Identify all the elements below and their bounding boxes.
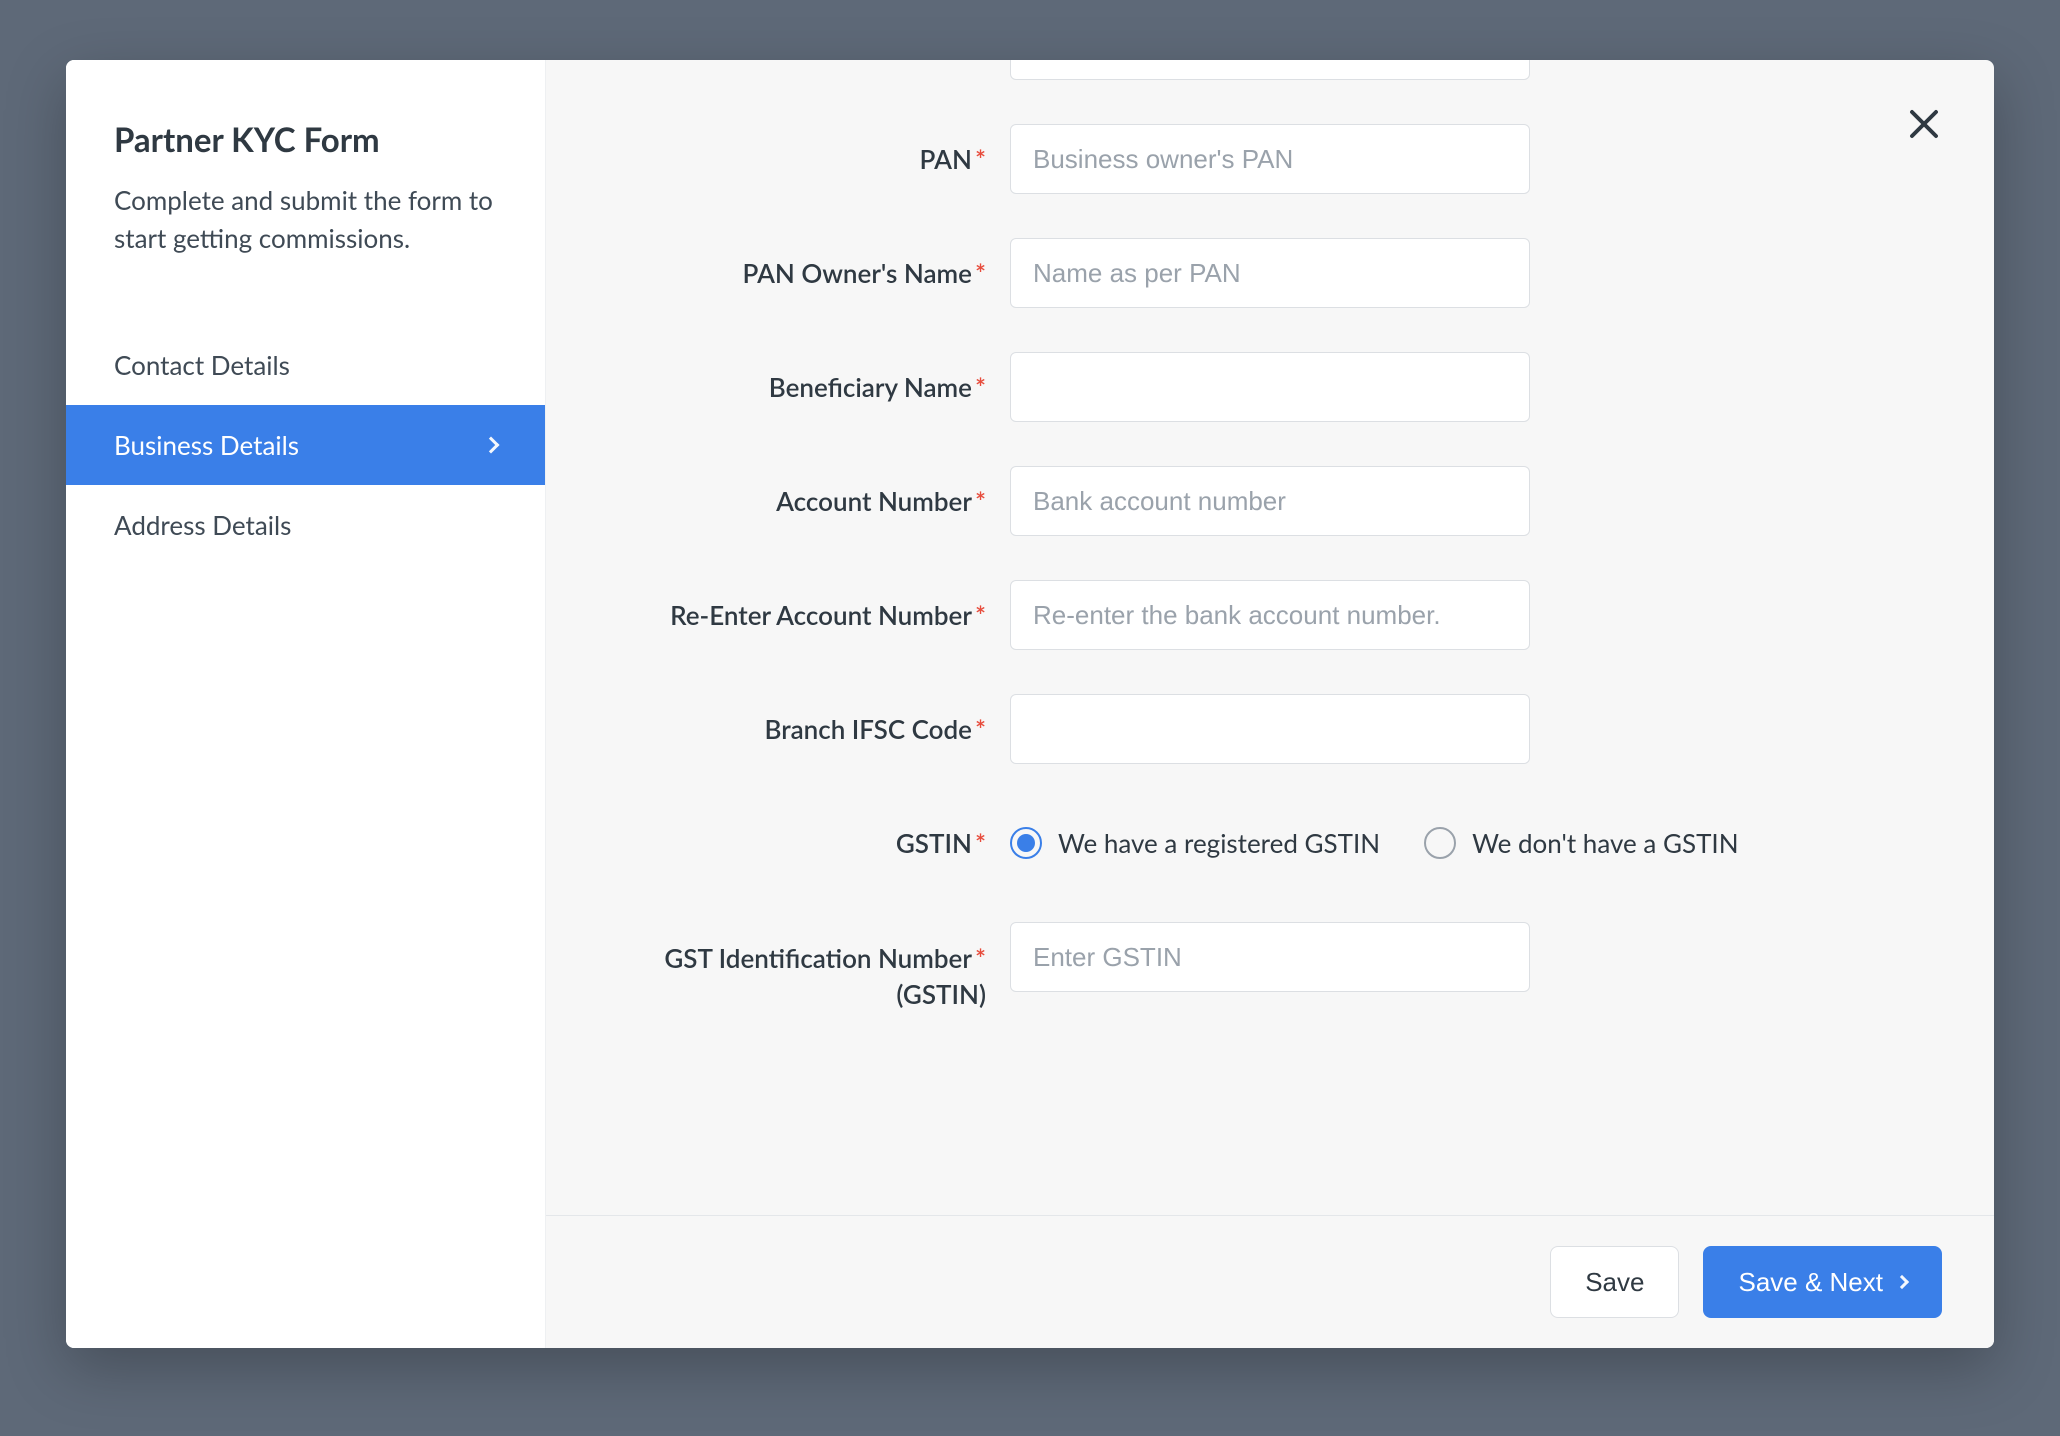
required-marker: * <box>975 942 986 974</box>
radio-have-gstin[interactable]: We have a registered GSTIN <box>1010 827 1380 859</box>
close-icon <box>1906 106 1942 142</box>
radio-label: We don't have a GSTIN <box>1472 827 1738 859</box>
reenter-account-number-input[interactable] <box>1010 580 1530 650</box>
required-marker: * <box>975 713 986 745</box>
sidebar-header: Partner KYC Form Complete and submit the… <box>66 60 545 297</box>
pan-owner-name-input[interactable] <box>1010 238 1530 308</box>
form-label: PAN* <box>606 141 1010 177</box>
form-row-pan: PAN* <box>606 124 1914 194</box>
form-label: GST Identification Number* (GSTIN) <box>606 922 1010 1013</box>
sidebar: Partner KYC Form Complete and submit the… <box>66 60 546 1348</box>
gstin-number-input[interactable] <box>1010 922 1530 992</box>
form-row-ifsc-code: Branch IFSC Code* <box>606 694 1914 764</box>
radio-icon <box>1424 827 1456 859</box>
sidebar-item-label: Contact Details <box>114 349 290 381</box>
required-marker: * <box>975 599 986 631</box>
beneficiary-name-input[interactable] <box>1010 352 1530 422</box>
form-footer: Save Save & Next <box>546 1215 1994 1348</box>
required-marker: * <box>975 257 986 289</box>
required-marker: * <box>975 827 986 859</box>
required-marker: * <box>975 485 986 517</box>
form-row-pan-owner-name: PAN Owner's Name* <box>606 238 1914 308</box>
form-row-previous-cutoff <box>606 60 1914 80</box>
form-row-reenter-account-number: Re-Enter Account Number* <box>606 580 1914 650</box>
radio-icon <box>1010 827 1042 859</box>
account-number-input[interactable] <box>1010 466 1530 536</box>
close-button[interactable] <box>1906 106 1942 142</box>
form-label: PAN Owner's Name* <box>606 255 1010 291</box>
chevron-right-icon <box>483 437 500 454</box>
pan-input[interactable] <box>1010 124 1530 194</box>
sidebar-item-contact-details[interactable]: Contact Details <box>66 325 545 405</box>
form-row-account-number: Account Number* <box>606 466 1914 536</box>
sidebar-item-label: Business Details <box>114 429 299 461</box>
form-label: Branch IFSC Code* <box>606 711 1010 747</box>
kyc-modal: Partner KYC Form Complete and submit the… <box>66 60 1994 1348</box>
form-row-gstin-radio: GSTIN* We have a registered GSTIN We don… <box>606 808 1914 878</box>
sidebar-subtitle: Complete and submit the form to start ge… <box>114 182 494 257</box>
sidebar-item-address-details[interactable]: Address Details <box>66 485 545 565</box>
main-panel: PAN* PAN Owner's Name* Beneficiary Name* <box>546 60 1994 1348</box>
radio-no-gstin[interactable]: We don't have a GSTIN <box>1424 827 1738 859</box>
required-marker: * <box>975 371 986 403</box>
radio-label: We have a registered GSTIN <box>1058 827 1380 859</box>
form-label: Re-Enter Account Number* <box>606 597 1010 633</box>
form-label: Account Number* <box>606 483 1010 519</box>
sidebar-nav: Contact Details Business Details Address… <box>66 325 545 565</box>
chevron-right-icon <box>1895 1275 1909 1289</box>
form-label: GSTIN* <box>606 825 1010 861</box>
form-area: PAN* PAN Owner's Name* Beneficiary Name* <box>546 60 1994 1215</box>
sidebar-item-label: Address Details <box>114 509 291 541</box>
save-next-button[interactable]: Save & Next <box>1703 1246 1942 1318</box>
sidebar-item-business-details[interactable]: Business Details <box>66 405 545 485</box>
form-row-gstin-number: GST Identification Number* (GSTIN) <box>606 922 1914 1013</box>
gstin-radio-group: We have a registered GSTIN We don't have… <box>1010 808 1739 878</box>
form-row-beneficiary-name: Beneficiary Name* <box>606 352 1914 422</box>
form-label: Beneficiary Name* <box>606 369 1010 405</box>
required-marker: * <box>975 143 986 175</box>
save-button[interactable]: Save <box>1550 1246 1679 1318</box>
ifsc-code-input[interactable] <box>1010 694 1530 764</box>
cutoff-input[interactable] <box>1010 60 1530 80</box>
sidebar-title: Partner KYC Form <box>114 120 497 160</box>
